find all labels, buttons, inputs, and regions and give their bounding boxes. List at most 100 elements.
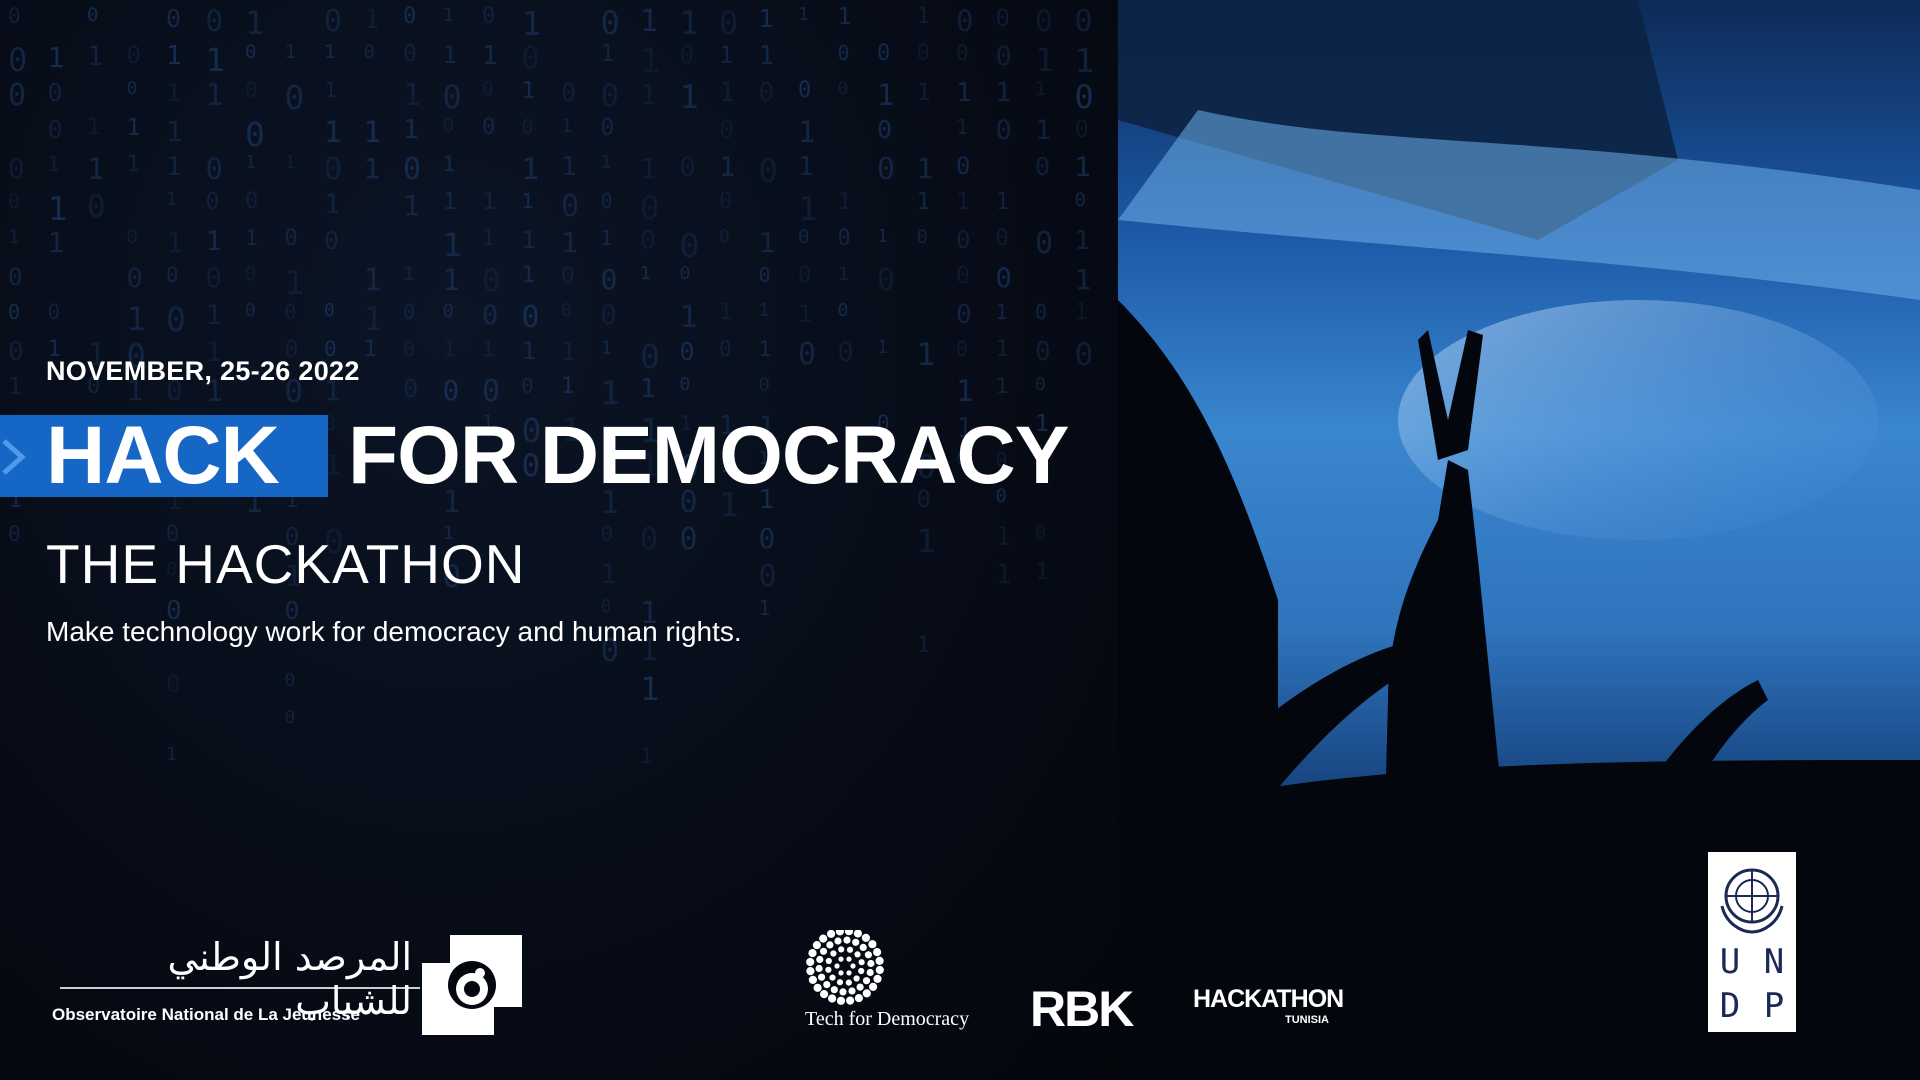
globe-dot: [819, 934, 828, 943]
binary-digit: 0: [679, 226, 700, 265]
globe-dot: [838, 946, 845, 953]
hackathon-logo-main: HACKATHON: [1193, 985, 1344, 1013]
binary-digit: 1: [205, 300, 222, 331]
binary-digit: 0: [8, 189, 21, 213]
binary-digit: 0: [561, 300, 572, 321]
binary-digit: 1: [521, 189, 534, 213]
binary-digit: 1: [916, 337, 936, 373]
globe-dot: [875, 965, 884, 975]
binary-digit: 0: [798, 78, 812, 103]
binary-digit: 1: [1035, 559, 1049, 585]
binary-digit: 1: [1074, 263, 1092, 296]
binary-digit: 1: [561, 115, 573, 137]
binary-digit: 1: [758, 4, 774, 33]
binary-digit: 1: [166, 78, 182, 107]
globe-dot: [852, 938, 860, 946]
binary-digit: 1: [837, 263, 849, 285]
binary-digit: 1: [363, 263, 382, 298]
binary-digit: 1: [798, 152, 814, 182]
globe-dot: [848, 987, 856, 995]
binary-digit: 0: [442, 300, 454, 322]
binary-digit: 1: [442, 337, 456, 362]
binary-digit: 0: [956, 300, 972, 330]
binary-digit: 0: [205, 189, 220, 215]
globe-dot: [830, 986, 838, 994]
binary-digit: 0: [245, 300, 256, 321]
binary-digit: 1: [284, 152, 296, 173]
binary-digit: 0: [758, 263, 771, 287]
binary-digit: 1: [956, 189, 970, 215]
binary-digit: 1: [916, 152, 934, 185]
binary-digit: 1: [363, 300, 383, 338]
binary-digit: 1: [758, 226, 776, 259]
binary-digit: 0: [324, 152, 343, 187]
binary-digit: 1: [995, 300, 1008, 324]
binary-digit: 0: [956, 226, 971, 254]
binary-digit: 1: [363, 152, 381, 185]
binary-digit: 0: [442, 115, 454, 137]
binary-digit: 1: [679, 4, 699, 42]
binary-digit: 1: [1074, 226, 1091, 256]
globe-dot: [818, 973, 826, 981]
globe-dot: [853, 930, 862, 938]
binary-digit: 1: [916, 633, 930, 658]
binary-digit: 1: [245, 152, 256, 173]
binary-digit: 1: [640, 263, 651, 284]
binary-digit: 0: [837, 300, 849, 321]
binary-digit: 1: [166, 189, 177, 210]
binary-digit: 0: [837, 226, 851, 251]
binary-digit: 0: [719, 4, 739, 42]
binary-digit: 0: [640, 337, 660, 376]
binary-digit: 1: [561, 152, 577, 182]
globe-dot: [875, 956, 884, 965]
binary-digit: 1: [87, 115, 101, 140]
binary-digit: 0: [482, 4, 496, 29]
globe-dot: [806, 957, 815, 967]
binary-digit: 1: [482, 189, 496, 215]
binary-digit: 1: [995, 337, 1009, 362]
binary-digit: 0: [1035, 300, 1048, 324]
undp-letter-p: P: [1763, 986, 1785, 1026]
binary-digit: 0: [284, 670, 296, 691]
binary-digit: 0: [284, 707, 296, 728]
undp-letter-n: N: [1763, 942, 1785, 982]
binary-digit: 1: [47, 41, 65, 74]
binary-digit: 0: [995, 115, 1012, 146]
binary-digit: 1: [284, 263, 305, 302]
globe-dot: [815, 964, 823, 973]
binary-digit: 1: [482, 337, 495, 361]
binary-digit: 1: [995, 522, 1012, 552]
binary-digit: 0: [877, 115, 893, 144]
binary-digit: 0: [205, 152, 223, 186]
binary-digit: 0: [245, 189, 259, 214]
binary-digit: 0: [166, 670, 181, 698]
binary-digit: 0: [1074, 4, 1093, 39]
binary-digit: 0: [482, 300, 499, 331]
binary-digit: 0: [837, 41, 850, 65]
globe-dot: [864, 951, 872, 959]
binary-digit: 0: [640, 522, 659, 557]
binary-digit: 0: [956, 152, 971, 180]
binary-digit: 1: [600, 41, 615, 67]
binary-digit: 1: [521, 226, 536, 254]
title-highlight-box: HACK: [0, 415, 328, 497]
binary-digit: 1: [47, 152, 60, 176]
binary-digit: 1: [1074, 41, 1095, 80]
binary-digit: 0: [482, 115, 496, 140]
dot-globe-icon: [806, 930, 884, 1005]
binary-digit: 0: [561, 263, 575, 289]
binary-digit: 1: [1035, 78, 1047, 100]
globe-dot: [845, 979, 852, 986]
binary-digit: 1: [442, 152, 456, 176]
binary-digit: 1: [521, 263, 535, 288]
binary-digit: 1: [956, 115, 969, 139]
binary-digit: 0: [640, 226, 656, 256]
crowd-silhouette-icon: [1118, 0, 1920, 1080]
globe-dot: [866, 968, 874, 977]
binary-digit: 1: [561, 226, 578, 259]
globe-dot: [838, 970, 844, 976]
binary-digit: 1: [205, 78, 224, 113]
binary-digit: 0: [758, 152, 778, 190]
binary-digit: 0: [166, 4, 182, 33]
binary-digit: 0: [245, 41, 257, 63]
